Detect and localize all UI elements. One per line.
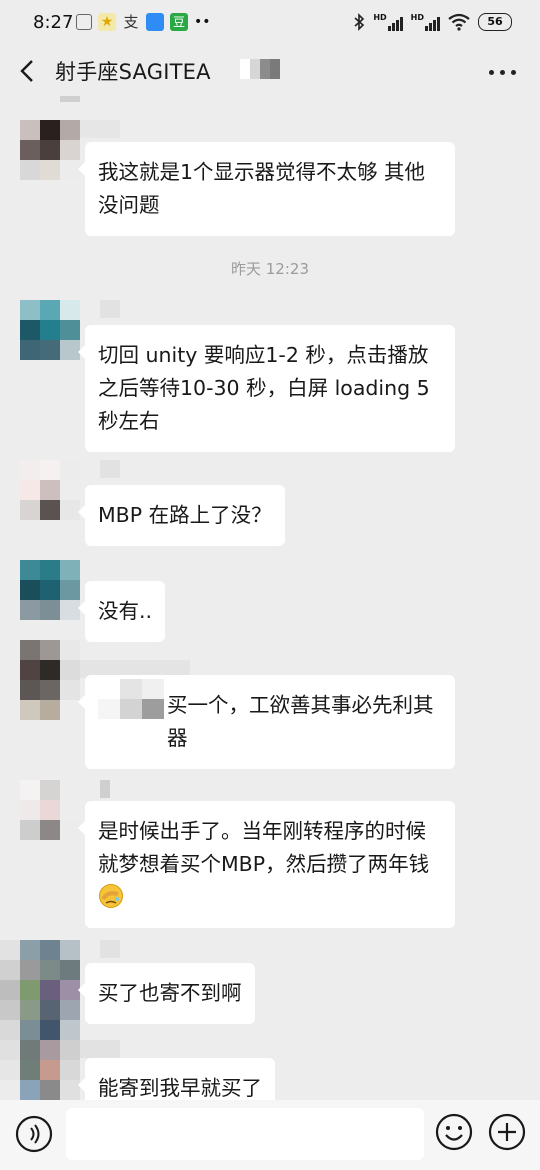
- avatar[interactable]: [0, 940, 80, 1020]
- notification-icons: ★ 支 豆 ••: [76, 13, 211, 31]
- avatar[interactable]: [20, 560, 80, 620]
- emoji-icon[interactable]: [434, 1112, 474, 1152]
- sender-name: [80, 120, 120, 138]
- avatar[interactable]: [20, 460, 80, 520]
- message-input[interactable]: [66, 1108, 424, 1160]
- avatar[interactable]: [20, 780, 80, 840]
- signal-1-icon: HD: [373, 13, 403, 31]
- message-bubble[interactable]: MBP 在路上了没？: [78, 485, 285, 546]
- shield-app-icon: [76, 14, 92, 30]
- sender-name: [100, 940, 120, 958]
- more-icon[interactable]: [489, 70, 516, 75]
- message-bubble[interactable]: 我这就是1个显示器觉得不太够 其他没问题: [78, 142, 455, 236]
- avatar[interactable]: [20, 640, 80, 700]
- message-text: 切回 unity 要响应1-2 秒，点击播放之后等待10-30 秒，白屏 loa…: [98, 343, 430, 433]
- wifi-icon: [448, 13, 470, 31]
- message-text: 是时候出手了。当年刚转程序的时候就梦想着买个MBP，然后攒了两年钱: [98, 819, 430, 876]
- message-bubble[interactable]: 是时候出手了。当年刚转程序的时候就梦想着买个MBP，然后攒了两年钱: [78, 801, 455, 928]
- sender-name: [100, 300, 120, 318]
- title-mosaic: [240, 59, 280, 79]
- message-text: 买一个，工欲善其事必先利其器: [167, 693, 434, 750]
- message-bubble[interactable]: 买一个，工欲善其事必先利其器: [78, 675, 455, 769]
- mosaic-redaction: [98, 679, 164, 719]
- status-time: 8:27: [33, 12, 74, 33]
- message-text: 我这就是1个显示器觉得不太够 其他没问题: [98, 160, 426, 217]
- alipay-icon: 支: [123, 13, 139, 31]
- message-text: 没有..: [98, 599, 153, 623]
- voice-icon[interactable]: [14, 1114, 54, 1154]
- message-bubble[interactable]: 切回 unity 要响应1-2 秒，点击播放之后等待10-30 秒，白屏 loa…: [78, 325, 455, 452]
- message-text: MBP 在路上了没？: [98, 503, 272, 527]
- add-icon[interactable]: [487, 1112, 527, 1152]
- chat-header: 射手座SAGITEA: [0, 46, 540, 96]
- signal-2-icon: HD: [411, 13, 440, 31]
- avatar-remnant: [60, 96, 80, 102]
- bluetooth-icon: [354, 13, 365, 31]
- message-text: 能寄到我早就买了: [98, 1076, 262, 1100]
- system-icons: HD HD 56: [353, 13, 512, 31]
- message-bubble[interactable]: 没有..: [77, 581, 166, 642]
- message-bubble[interactable]: 能寄到我早就买了: [78, 1058, 275, 1100]
- message-bubble[interactable]: 买了也寄不到啊: [78, 963, 255, 1024]
- message-text: 买了也寄不到啊: [98, 981, 242, 1005]
- more-notifications-icon: ••: [194, 14, 211, 30]
- message-timestamp: 昨天 12:23: [231, 260, 309, 278]
- douban-icon: 豆: [170, 13, 188, 31]
- sender-name: [80, 1040, 120, 1058]
- message-app-icon: [146, 13, 164, 31]
- avatar[interactable]: [20, 300, 80, 360]
- avatar[interactable]: [0, 1020, 80, 1100]
- battery-icon: 56: [478, 13, 512, 31]
- input-bar: [0, 1100, 540, 1170]
- sender-name: [100, 780, 110, 798]
- star-app-icon: ★: [98, 13, 116, 31]
- chevron-left-icon[interactable]: [16, 58, 40, 84]
- status-bar: 8:27 ★ 支 豆 •• HD HD 56: [0, 0, 540, 46]
- avatar[interactable]: [20, 120, 80, 180]
- avatar-remnant: [20, 700, 60, 720]
- sender-name: [100, 460, 120, 478]
- message-list[interactable]: 我这就是1个显示器觉得不太够 其他没问题 昨天 12:23 切回 unity 要…: [0, 96, 540, 1100]
- chat-title: 射手座SAGITEA: [55, 60, 211, 84]
- facepalm-emoji-icon: [99, 884, 123, 908]
